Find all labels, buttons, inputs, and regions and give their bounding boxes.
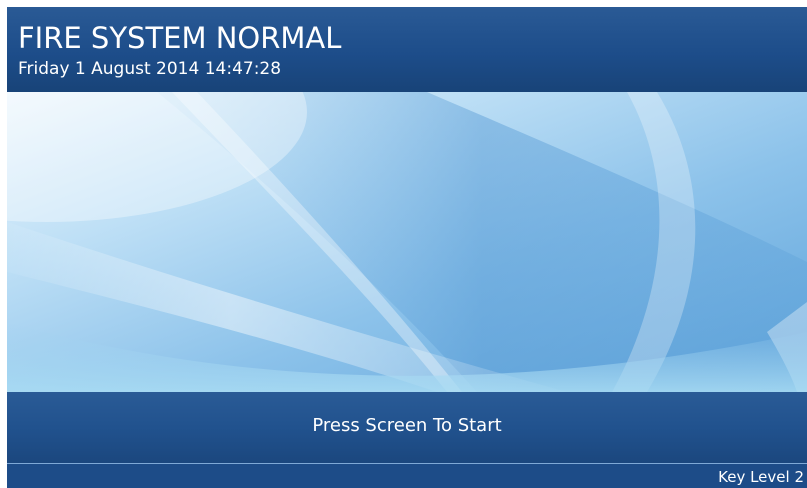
- system-status-title: FIRE SYSTEM NORMAL: [18, 21, 342, 55]
- status-header: FIRE SYSTEM NORMAL Friday 1 August 2014 …: [7, 7, 807, 92]
- wallpaper-background[interactable]: [7, 92, 807, 392]
- start-prompt-label: Press Screen To Start: [312, 415, 502, 436]
- footer-bar: Key Level 2: [7, 464, 807, 488]
- key-level-indicator: Key Level 2: [718, 468, 804, 486]
- wallpaper-graphic: [7, 92, 807, 392]
- press-to-start-button[interactable]: Press Screen To Start: [7, 392, 807, 463]
- current-datetime: Friday 1 August 2014 14:47:28: [18, 59, 282, 79]
- fire-panel-screen[interactable]: FIRE SYSTEM NORMAL Friday 1 August 2014 …: [7, 7, 807, 488]
